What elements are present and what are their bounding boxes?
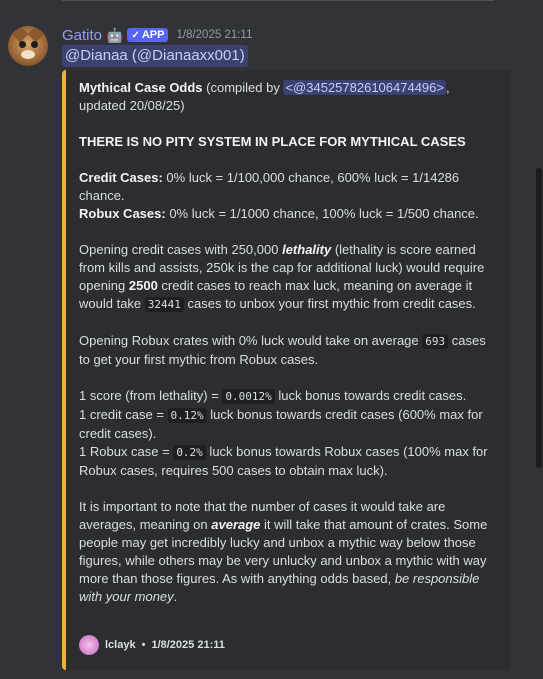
avatar-ear-right: [27, 26, 45, 43]
avatar-ear-left: [11, 26, 29, 43]
text: (compiled by: [202, 80, 284, 95]
inline-code: 0.12%: [167, 408, 207, 423]
text: 1 credit case =: [79, 407, 168, 422]
text: THERE IS NO PITY SYSTEM IN PLACE FOR MYT…: [79, 134, 466, 149]
text: 2500: [128, 278, 158, 293]
app-badge-label: APP: [141, 29, 165, 41]
credit-odds: Credit Cases: 0% luck = 1/100,000 chance…: [79, 169, 499, 205]
avatar-snout: [21, 50, 35, 59]
footer-timestamp: 1/8/2025 21:11: [151, 639, 225, 651]
inline-code: 0.0012%: [222, 389, 275, 404]
timestamp[interactable]: 1/8/2025 21:11: [176, 29, 252, 41]
text: 1 score (from lethality) =: [79, 388, 223, 403]
avatar[interactable]: [8, 26, 48, 66]
text: .: [173, 589, 178, 604]
text: lethality: [282, 242, 332, 257]
compiler-mention[interactable]: <@345257826106474496>: [283, 80, 446, 95]
embed-title: Mythical Case Odds: [79, 80, 203, 95]
avatar-eye-right: [31, 41, 38, 48]
app-badge: ✓ APP: [127, 28, 169, 42]
text: 0% luck = 1/1000 chance, 100% luck = 1/5…: [165, 206, 479, 221]
note-paragraph: It is important to note that the number …: [79, 498, 499, 606]
username[interactable]: Gatito: [62, 27, 102, 44]
text: luck bonus towards credit cases.: [274, 388, 467, 403]
embed-description: Mythical Case Odds (compiled by <@345257…: [79, 79, 499, 606]
no-pity-heading: THERE IS NO PITY SYSTEM IN PLACE FOR MYT…: [79, 133, 499, 151]
text: average: [211, 517, 261, 532]
text: Robux Cases:: [79, 206, 166, 221]
check-icon: ✓: [131, 29, 140, 41]
embed: Mythical Case Odds (compiled by <@345257…: [62, 70, 511, 670]
text: ,: [446, 80, 450, 95]
robux-crates-paragraph: Opening Robux crates with 0% luck would …: [79, 332, 499, 369]
text: Opening Robux crates with 0% luck would …: [79, 333, 423, 348]
credit-cases-paragraph: Opening credit cases with 250,000 lethal…: [79, 241, 499, 314]
divider: [62, 0, 494, 1]
user-mention[interactable]: @Dianaa (@Dianaaxx001): [62, 45, 248, 67]
footer-separator: •: [141, 639, 146, 651]
embed-intro: Mythical Case Odds (compiled by <@345257…: [79, 79, 499, 115]
text: 1 Robux case =: [79, 444, 174, 459]
text: cases to unbox your first mythic from cr…: [183, 296, 476, 311]
robux-odds: Robux Cases: 0% luck = 1/1000 chance, 10…: [79, 205, 499, 223]
footer-author: lclayk: [105, 639, 136, 651]
footer-avatar-icon: [79, 635, 99, 655]
embed-footer: lclayk • 1/8/2025 21:11: [79, 635, 225, 655]
scrollbar[interactable]: [536, 168, 542, 468]
message-header: Gatito 🤖 ✓ APP 1/8/2025 21:11: [62, 25, 252, 45]
text: Credit Cases:: [79, 170, 163, 185]
robot-icon: 🤖: [106, 27, 124, 43]
text: updated 20/08/25): [79, 98, 185, 113]
inline-code: 0.2%: [173, 445, 206, 460]
avatar-eye-left: [19, 41, 26, 48]
inline-code: 32441: [144, 297, 184, 312]
text: Opening credit cases with 250,000: [79, 242, 283, 257]
inline-code: 693: [422, 334, 449, 349]
luck-bonus-list: 1 score (from lethality) = 0.0012% luck …: [79, 387, 499, 480]
